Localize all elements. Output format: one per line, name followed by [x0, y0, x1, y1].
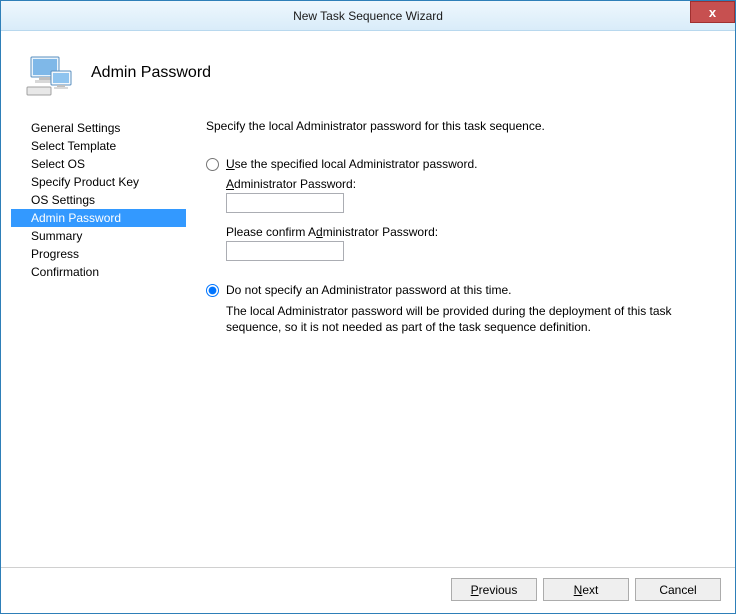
cancel-button[interactable]: Cancel: [635, 578, 721, 601]
footer: Previous Next Cancel: [1, 567, 735, 613]
option-do-not-specify-label: Do not specify an Administrator password…: [226, 283, 511, 297]
sidebar-item-specify-product-key[interactable]: Specify Product Key: [11, 173, 186, 191]
previous-button[interactable]: Previous: [451, 578, 537, 601]
instruction-text: Specify the local Administrator password…: [206, 119, 717, 133]
radio-do-not-specify[interactable]: [206, 284, 219, 297]
radio-use-specified[interactable]: [206, 158, 219, 171]
confirm-password-input[interactable]: [226, 241, 344, 261]
confirm-password-label: Please confirm Administrator Password:: [226, 225, 717, 239]
sidebar-item-select-os[interactable]: Select OS: [11, 155, 186, 173]
close-icon: x: [709, 5, 716, 20]
page-title: Admin Password: [91, 64, 211, 82]
sidebar-item-confirmation[interactable]: Confirmation: [11, 263, 186, 281]
body: General SettingsSelect TemplateSelect OS…: [1, 111, 735, 567]
sidebar: General SettingsSelect TemplateSelect OS…: [11, 111, 186, 567]
sidebar-item-summary[interactable]: Summary: [11, 227, 186, 245]
help-text: The local Administrator password will be…: [226, 303, 717, 335]
sidebar-item-admin-password[interactable]: Admin Password: [11, 209, 186, 227]
sidebar-item-progress[interactable]: Progress: [11, 245, 186, 263]
option-use-specified-label: Use the specified local Administrator pa…: [226, 157, 477, 171]
option-do-not-specify[interactable]: Do not specify an Administrator password…: [206, 283, 717, 297]
wizard-window: New Task Sequence Wizard x Admin Passwor…: [0, 0, 736, 614]
sidebar-item-os-settings[interactable]: OS Settings: [11, 191, 186, 209]
option-use-specified[interactable]: Use the specified local Administrator pa…: [206, 157, 717, 171]
sidebar-item-general-settings[interactable]: General Settings: [11, 119, 186, 137]
next-button[interactable]: Next: [543, 578, 629, 601]
sidebar-item-select-template[interactable]: Select Template: [11, 137, 186, 155]
titlebar: New Task Sequence Wizard x: [1, 1, 735, 31]
admin-password-input[interactable]: [226, 193, 344, 213]
close-button[interactable]: x: [690, 1, 735, 23]
computer-icon: [25, 49, 73, 97]
header: Admin Password: [1, 31, 735, 111]
content: Specify the local Administrator password…: [186, 111, 725, 567]
window-title: New Task Sequence Wizard: [293, 9, 443, 23]
password-fields: Administrator Password: Please confirm A…: [226, 177, 717, 261]
admin-password-label: Administrator Password:: [226, 177, 717, 191]
